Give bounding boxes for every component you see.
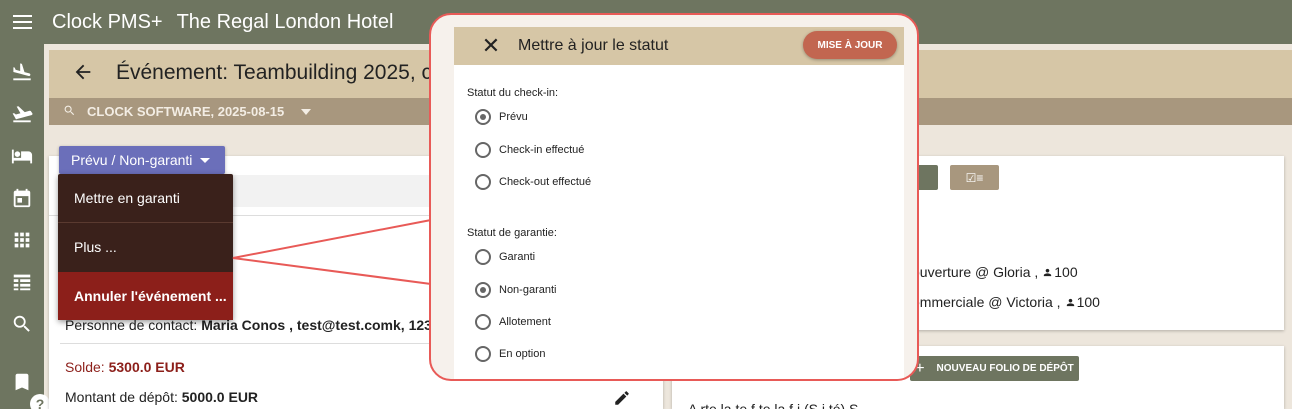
- dialog-header: ✕ Mettre à jour le statut MISE À JOUR: [454, 27, 904, 65]
- balance: Solde: 5300.0 EUR: [65, 359, 185, 375]
- search-icon[interactable]: [10, 312, 34, 336]
- update-status-dialog: ✕ Mettre à jour le statut MISE À JOUR St…: [429, 13, 919, 381]
- grid-icon[interactable]: [10, 228, 34, 252]
- bookmark-icon[interactable]: [10, 370, 34, 394]
- edit-icon[interactable]: [613, 389, 631, 407]
- close-icon[interactable]: ✕: [481, 35, 501, 57]
- plane-landing-icon[interactable]: [10, 60, 34, 84]
- radio-label[interactable]: Check-in effectué: [499, 144, 584, 156]
- hotel-name[interactable]: The Regal London Hotel: [177, 11, 394, 34]
- menu-item-more[interactable]: Plus ...: [58, 223, 233, 271]
- deposit-amount: Montant de dépôt: 5000.0 EUR: [65, 389, 258, 405]
- radio-label[interactable]: Non-garanti: [499, 284, 556, 296]
- radio-checked-out[interactable]: [475, 174, 491, 190]
- menu-item-set-guaranteed[interactable]: Mettre en garanti: [58, 174, 233, 222]
- event-line[interactable]: ommerciale @ Victoria , 100: [912, 294, 1100, 310]
- radio-label[interactable]: En option: [499, 348, 545, 360]
- person-icon: [1066, 298, 1074, 307]
- dialog-body: Statut du check-in: Prévu Check-in effec…: [454, 65, 904, 379]
- deposit-value: 5000.0 EUR: [181, 389, 259, 405]
- help-icon[interactable]: ?: [30, 394, 50, 409]
- guarantee-status-label: Statut de garantie:: [467, 227, 557, 239]
- radio-label[interactable]: Garanti: [499, 251, 535, 263]
- sidebar: ?: [0, 44, 50, 409]
- app-title: Clock PMS+: [52, 10, 163, 33]
- event-line[interactable]: buverture @ Gloria , 100: [912, 264, 1078, 280]
- chevron-down-icon[interactable]: [301, 109, 311, 115]
- list-icon[interactable]: [10, 270, 34, 294]
- folio-text: A rte la te f te la f i (S i té) S: [688, 401, 859, 409]
- balance-label: Solde:: [65, 359, 105, 375]
- radio-checked-in[interactable]: [475, 142, 491, 158]
- chevron-down-icon: [200, 158, 210, 163]
- event-name: ommerciale @ Victoria ,: [912, 294, 1061, 310]
- filter-label: CLOCK SOFTWARE, 2025-08-15: [87, 104, 285, 119]
- calendar-icon[interactable]: [10, 186, 34, 210]
- radio-planned[interactable]: [475, 109, 491, 125]
- checkin-status-label: Statut du check-in:: [467, 87, 559, 99]
- radio-non-guaranteed[interactable]: [475, 282, 491, 298]
- menu-icon[interactable]: [0, 0, 44, 44]
- radio-guaranteed[interactable]: [475, 249, 491, 265]
- status-label: Prévu / Non-garanti: [71, 152, 193, 168]
- contact-value: Maria Conos , test@test.comk, 123: [201, 317, 432, 333]
- event-name: buverture @ Gloria ,: [912, 264, 1039, 280]
- radio-label[interactable]: Check-out effectué: [499, 176, 591, 188]
- radio-label[interactable]: Allotement: [499, 316, 551, 328]
- update-button[interactable]: MISE À JOUR: [803, 31, 897, 59]
- status-menu: Mettre en garanti Plus ... Annuler l'évé…: [58, 174, 233, 320]
- menu-item-cancel-event[interactable]: Annuler l'événement ...: [58, 272, 233, 320]
- status-dropdown-button[interactable]: Prévu / Non-garanti: [59, 146, 225, 174]
- radio-option[interactable]: [475, 346, 491, 362]
- divider: [60, 343, 430, 344]
- person-icon: [1044, 268, 1052, 277]
- balance-value: 5300.0 EUR: [108, 359, 185, 375]
- radio-label[interactable]: Prévu: [499, 111, 528, 123]
- new-deposit-folio-label: NOUVEAU FOLIO DE DÉPÔT: [936, 363, 1074, 374]
- dialog-title: Mettre à jour le statut: [518, 37, 669, 54]
- bed-icon[interactable]: [10, 144, 34, 168]
- event-count: 100: [1054, 264, 1078, 280]
- radio-allotment[interactable]: [475, 314, 491, 330]
- new-deposit-folio-button[interactable]: + NOUVEAU FOLIO DE DÉPÔT: [910, 356, 1079, 381]
- event-count: 100: [1076, 294, 1100, 310]
- back-arrow-icon[interactable]: [72, 60, 94, 84]
- page-title: Événement: Teambuilding 2025, c: [116, 61, 432, 84]
- deposit-label: Montant de dépôt:: [65, 389, 178, 405]
- checklist-button[interactable]: ☑≡: [950, 165, 999, 190]
- search-icon: [63, 104, 76, 120]
- plane-takeoff-icon[interactable]: [10, 102, 34, 126]
